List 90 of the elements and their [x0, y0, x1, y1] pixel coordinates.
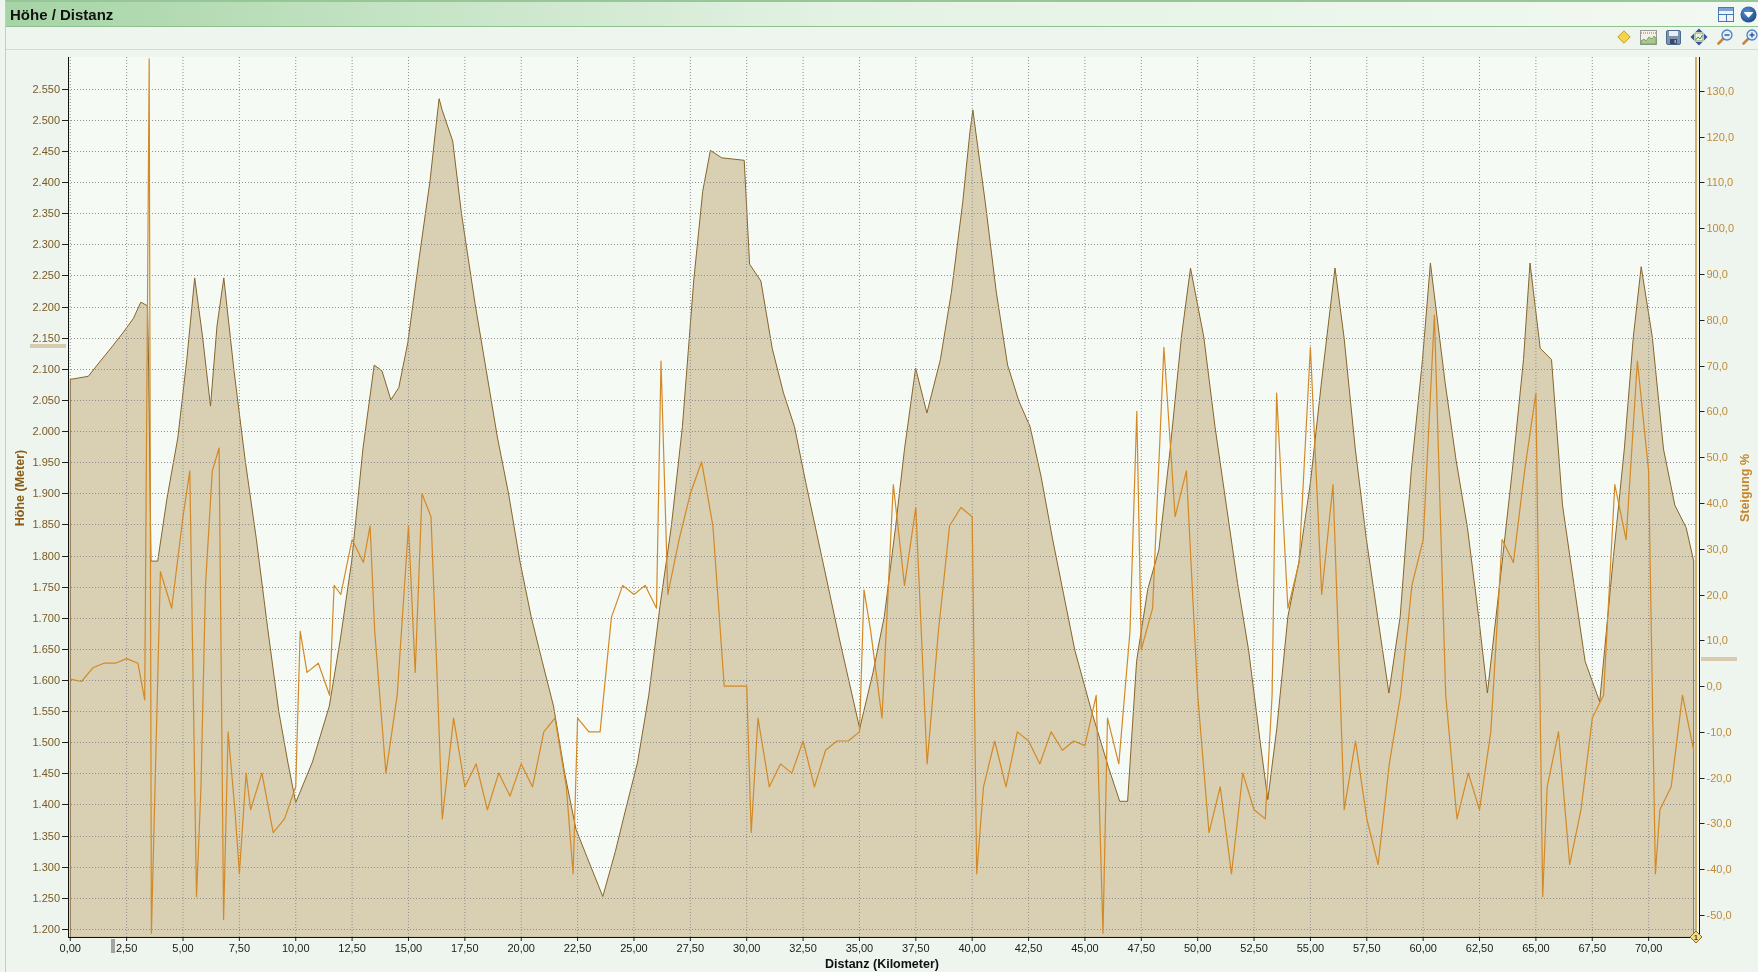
x-tick-label: 37,50	[902, 942, 930, 954]
x-tick-label: 35,00	[845, 942, 874, 954]
y-tick-label: 2.050	[32, 393, 60, 406]
x-tick-label: 65,00	[1522, 942, 1550, 954]
bar-marker-icon	[30, 344, 66, 348]
right-y-tick-label: 120,0	[1706, 130, 1735, 143]
y-tick-label: 1.350	[32, 829, 60, 842]
y-tick-label: 2.000	[32, 425, 60, 438]
x-tick-label: 15,00	[394, 942, 423, 954]
x-tick-label: 50,00	[1183, 942, 1212, 954]
right-y-tick-label: 20,0	[1706, 588, 1728, 601]
y-tick-label: 2.200	[32, 300, 60, 313]
right-y-tick-label: -50,0	[1706, 909, 1732, 921]
right-y-tick-label: 90,0	[1706, 268, 1728, 280]
x-tick-label: 32,50	[789, 942, 817, 954]
y-tick-label: 1.650	[32, 642, 60, 655]
right-y-tick-label: 50,0	[1706, 451, 1728, 464]
y-tick-label: 1.750	[32, 580, 60, 593]
y-tick-label: 2.300	[32, 238, 60, 251]
bar-marker-icon	[1701, 657, 1737, 661]
x-tick-label: 42,50	[1014, 942, 1043, 954]
right-y-tick-label: -20,0	[1706, 771, 1732, 784]
y-tick-label: 2.250	[32, 269, 60, 282]
fit-view-icon[interactable]	[1690, 28, 1708, 46]
y-tick-label: 1.700	[32, 611, 60, 624]
x-tick-label: 10,00	[281, 942, 310, 954]
y-tick-label: 2.100	[32, 362, 60, 375]
y-tick-label: 1.900	[32, 487, 60, 500]
y-tick-label: 2.550	[32, 82, 60, 95]
x-tick-label: 25,00	[620, 942, 648, 954]
y-tick-label: 1.500	[32, 736, 60, 749]
dropdown-icon[interactable]	[1740, 5, 1757, 23]
y-tick-label: 1.250	[32, 891, 60, 904]
y-tick-label: 2.150	[32, 331, 60, 344]
x-tick-label: 67,50	[1578, 942, 1607, 954]
x-tick-label: 40,00	[958, 942, 986, 954]
right-y-tick-label: 70,0	[1706, 359, 1728, 372]
right-y-tick-label: -30,0	[1706, 817, 1732, 830]
x-tick-label: 55,00	[1296, 942, 1325, 954]
y-tick-label: 1.200	[32, 922, 60, 935]
right-y-tick-label: 110,0	[1706, 176, 1734, 189]
x-tick-label: 70,00	[1634, 942, 1663, 954]
right-y-tick-label: -40,0	[1706, 863, 1732, 876]
layout-icon[interactable]	[1718, 6, 1734, 22]
y-tick-label: 1.950	[32, 456, 60, 469]
right-y-tick-label: 60,0	[1706, 405, 1728, 418]
right-y-tick-label: 40,0	[1706, 496, 1728, 509]
y-tick-label: 1.550	[32, 705, 60, 718]
y-tick-label: 1.400	[32, 798, 60, 811]
x-tick-label: 52,50	[1240, 942, 1268, 954]
right-y-axis-title: Steigung %	[1738, 453, 1752, 523]
x-tick-label: 60,00	[1409, 942, 1437, 954]
save-icon[interactable]	[1666, 29, 1681, 45]
right-y-tick-label: 100,0	[1706, 222, 1735, 235]
right-y-tick-label: 30,0	[1706, 542, 1728, 555]
x-tick-label: 27,50	[676, 942, 705, 954]
zoom-in-icon[interactable]	[1742, 29, 1758, 45]
panel-title: Höhe / Distanz	[10, 5, 114, 23]
y-axis-title: Höhe (Meter)	[13, 449, 27, 527]
x-tick-label: 17,50	[451, 942, 479, 954]
y-tick-label: 2.500	[32, 113, 60, 126]
x-tick-label: 20,00	[507, 942, 535, 954]
x-tick-label: 57,50	[1353, 942, 1381, 954]
bar-marker-icon	[111, 939, 115, 953]
y-tick-label: 1.600	[32, 673, 60, 686]
y-tick-label: 1.300	[32, 860, 60, 873]
right-y-tick-label: -10,0	[1706, 725, 1732, 738]
x-tick-label: 22,50	[563, 942, 592, 954]
y-tick-label: 2.350	[32, 207, 60, 220]
right-y-tick-label: 80,0	[1706, 313, 1728, 326]
x-tick-label: 30,00	[732, 942, 761, 954]
chart-icon[interactable]	[1640, 29, 1657, 45]
x-tick-label: 47,50	[1127, 942, 1156, 954]
y-tick-label: 1.450	[32, 767, 60, 780]
x-tick-label: 0,00	[59, 942, 81, 954]
x-tick-label: 5,00	[172, 942, 194, 954]
right-y-tick-label: 10,0	[1706, 634, 1728, 647]
y-tick-label: 2.400	[32, 176, 60, 189]
x-tick-label: 62,50	[1465, 942, 1494, 954]
x-axis-title: Distanz (Kilometer)	[825, 957, 939, 971]
x-tick-label: 12,50	[338, 942, 366, 954]
right-y-tick-label: 130,0	[1706, 84, 1735, 97]
x-tick-label: 2,50	[115, 942, 138, 954]
x-tick-label: 7,50	[228, 942, 251, 954]
y-tick-label: 1.850	[32, 518, 60, 531]
right-y-tick-label: 0,0	[1706, 680, 1722, 693]
y-tick-label: 2.450	[32, 144, 60, 157]
y-tick-label: 1.800	[32, 549, 60, 562]
zoom-out-icon[interactable]	[1717, 29, 1733, 45]
x-tick-label: 45,00	[1071, 942, 1099, 954]
